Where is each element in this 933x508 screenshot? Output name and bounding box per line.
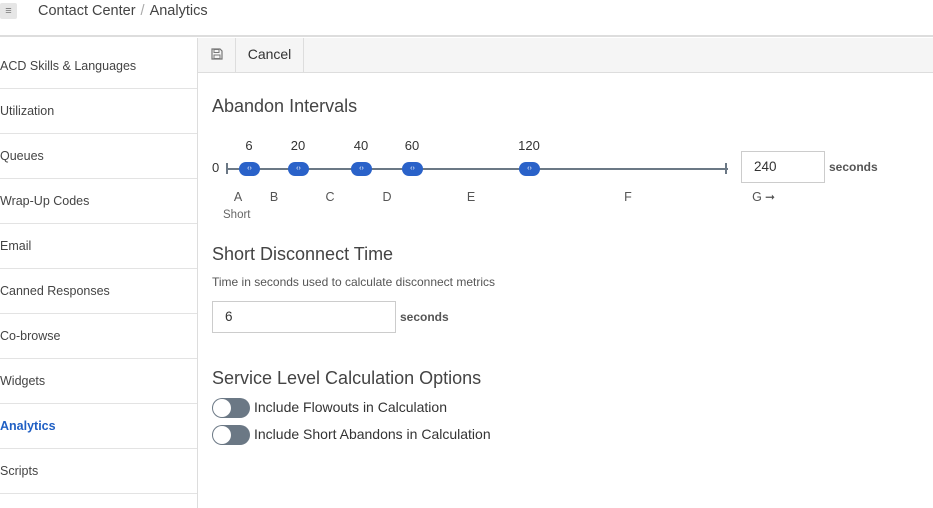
zone-label-f: F <box>624 190 632 204</box>
sidebar-item-scripts[interactable]: Scripts <box>0 449 197 494</box>
include-short-abandons-label: Include Short Abandons in Calculation <box>254 426 491 442</box>
slider-handle-40[interactable]: ‹› <box>351 162 372 176</box>
short-disconnect-title: Short Disconnect Time <box>212 244 394 264</box>
slider-handle-120[interactable]: ‹› <box>519 162 540 176</box>
sidebar-item-email[interactable]: Email <box>0 224 197 269</box>
service-level-title: Service Level Calculation Options <box>212 368 482 388</box>
cancel-button[interactable]: Cancel <box>236 38 304 73</box>
arrow-right-icon: ➞ <box>765 190 776 204</box>
sidebar-item-canned-responses[interactable]: Canned Responses <box>0 269 197 314</box>
toolbar: Cancel <box>198 38 933 73</box>
top-bar: ≡ Contact Center / Analytics <box>0 0 933 37</box>
handle-value-label: 120 <box>518 138 540 153</box>
zone-label-c: C <box>325 190 335 204</box>
breadcrumb: Contact Center / Analytics <box>38 3 208 19</box>
short-disconnect-input[interactable]: 6 <box>212 301 396 333</box>
handle-value-label: 60 <box>404 138 420 153</box>
slider-min-label: 0 <box>212 160 220 175</box>
hamburger-menu-icon[interactable]: ≡ <box>0 3 17 19</box>
breadcrumb-item-analytics: Analytics <box>149 3 208 19</box>
sidebar-item-co-browse[interactable]: Co-browse <box>0 314 197 359</box>
max-interval-input[interactable]: 240 <box>741 151 825 183</box>
slider-handle-20[interactable]: ‹› <box>288 162 309 176</box>
sidebar-item-widgets[interactable]: Widgets <box>0 359 197 404</box>
sidebar-item-wrap-up-codes[interactable]: Wrap-Up Codes <box>0 179 197 224</box>
slider-end-tick <box>725 163 727 174</box>
include-flowouts-toggle[interactable] <box>212 398 250 418</box>
include-flowouts-label: Include Flowouts in Calculation <box>254 399 447 415</box>
abandon-intervals-title: Abandon Intervals <box>212 96 358 116</box>
handle-value-label: 40 <box>353 138 369 153</box>
slider-handle-6[interactable]: ‹› <box>239 162 260 176</box>
zone-label-e: E <box>466 190 476 204</box>
toggle-knob <box>213 399 231 417</box>
zone-label-d: D <box>382 190 392 204</box>
zone-label-a: A <box>233 190 243 204</box>
slider-handle-60[interactable]: ‹› <box>402 162 423 176</box>
breadcrumb-item-contact-center[interactable]: Contact Center <box>38 3 136 19</box>
short-abandon-label: Short <box>223 209 251 221</box>
save-button[interactable] <box>198 38 236 73</box>
handle-value-label: 6 <box>245 138 253 153</box>
short-disconnect-description: Time in seconds used to calculate discon… <box>212 275 496 289</box>
sidebar-item-analytics[interactable]: Analytics <box>0 404 197 449</box>
max-interval-unit: seconds <box>829 160 878 174</box>
sidebar-item-queues[interactable]: Queues <box>0 134 197 179</box>
sidebar-item-utilization[interactable]: Utilization <box>0 89 197 134</box>
short-disconnect-unit: seconds <box>400 310 449 324</box>
handle-value-label: 20 <box>290 138 306 153</box>
include-short-abandons-toggle[interactable] <box>212 425 250 445</box>
sidebar-item-acd-skills[interactable]: ACD Skills & Languages <box>0 44 197 89</box>
floppy-disk-icon <box>211 48 223 60</box>
zone-label-b: B <box>269 190 279 204</box>
sidebar: ACD Skills & Languages Utilization Queue… <box>0 38 198 508</box>
breadcrumb-separator: / <box>140 3 145 19</box>
toggle-knob <box>213 426 231 444</box>
